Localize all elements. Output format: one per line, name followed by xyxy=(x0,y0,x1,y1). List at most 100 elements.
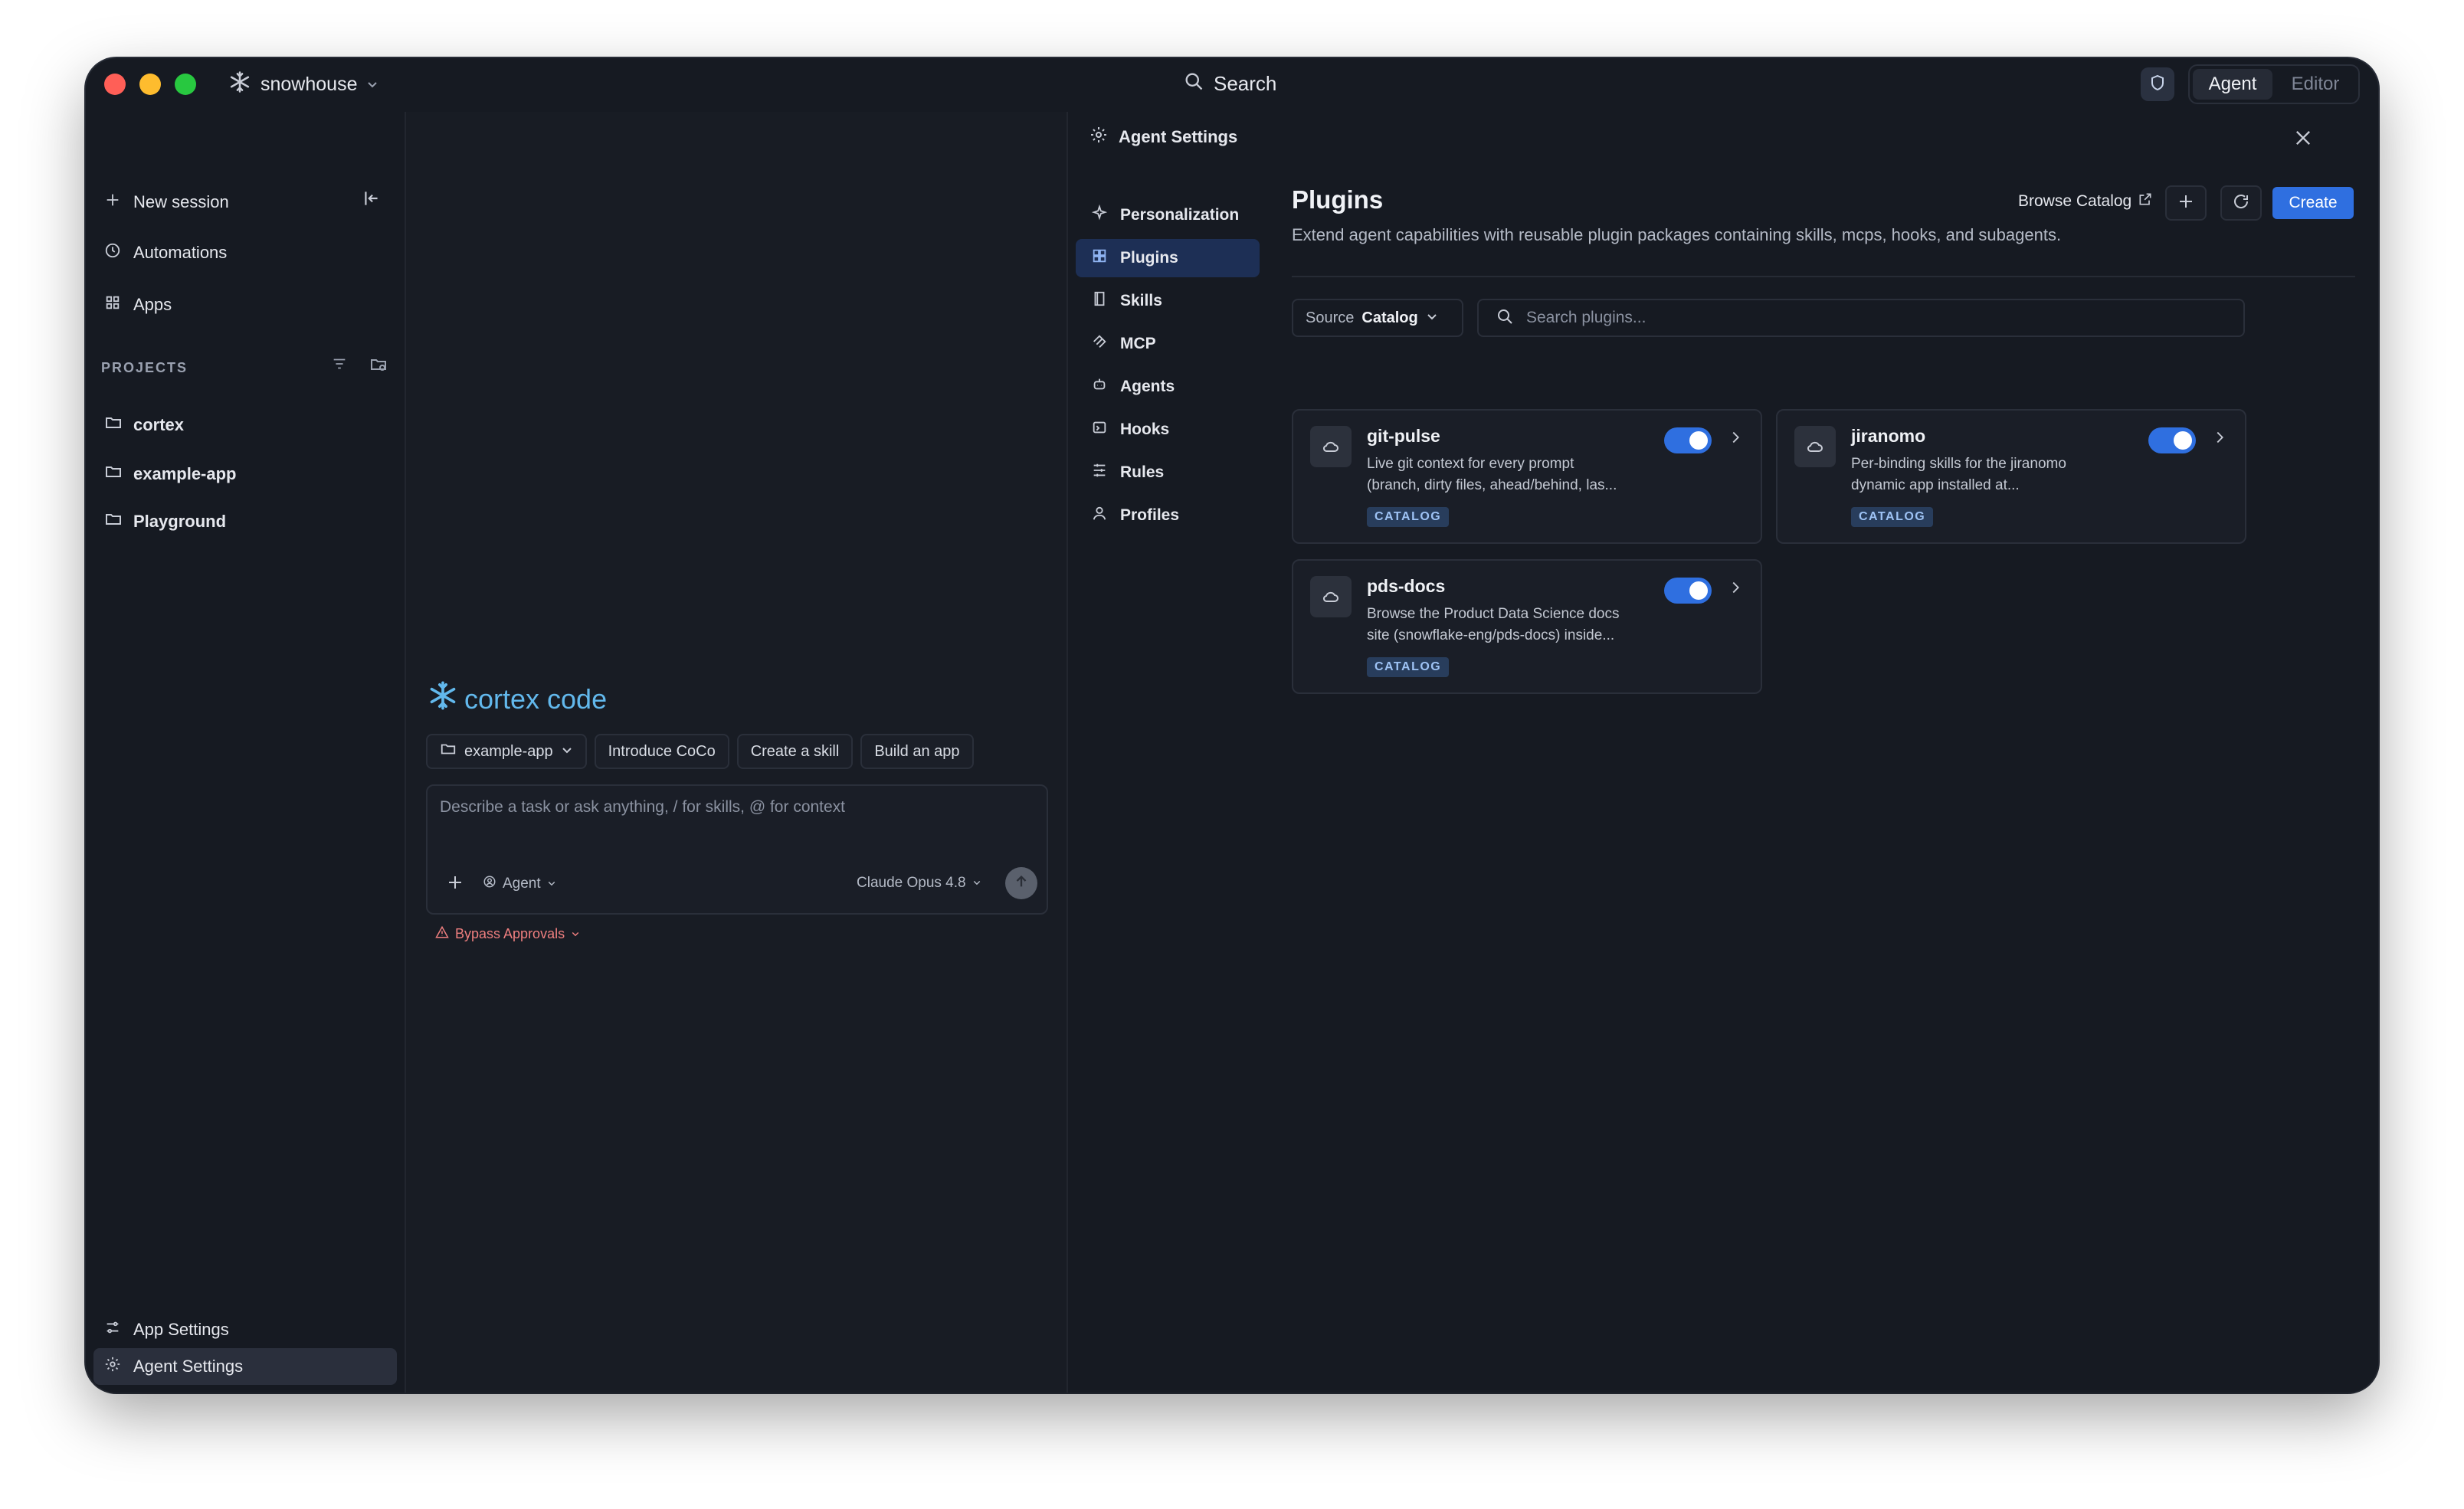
plugin-desc-line: (branch, dirty files, ahead/behind, las.… xyxy=(1367,477,1617,493)
app-window: snowhouse Search Agent Editor New sessio… xyxy=(86,58,2378,1393)
sidebar-item-agent-settings[interactable]: Agent Settings xyxy=(104,1348,243,1385)
refresh-button[interactable] xyxy=(2220,185,2262,221)
catalog-badge: CATALOG xyxy=(1367,507,1450,527)
nav-item-skills[interactable]: Skills xyxy=(1076,282,1260,320)
gear-icon xyxy=(1089,126,1108,149)
model-select[interactable]: Claude Opus 4.8 xyxy=(857,875,981,892)
bypass-label: Bypass Approvals xyxy=(455,926,565,941)
project-item-cortex[interactable]: cortex xyxy=(104,414,184,437)
book-icon xyxy=(1091,290,1108,312)
nav-label: Personalization xyxy=(1120,206,1240,224)
chevron-right-icon[interactable] xyxy=(1727,429,1744,450)
collapse-sidebar-icon xyxy=(362,191,382,211)
plugin-desc-line: Live git context for every prompt xyxy=(1367,456,1574,472)
search-icon xyxy=(1496,307,1514,329)
minimize-window-button[interactable] xyxy=(139,74,161,95)
add-plugin-button[interactable] xyxy=(2165,185,2207,221)
logo-text: cortex code xyxy=(464,682,608,715)
divider xyxy=(1292,276,2355,277)
title-bar: snowhouse Search Agent Editor xyxy=(86,58,2378,112)
collapse-sidebar-button[interactable] xyxy=(362,188,382,212)
plugin-name: git-pulse xyxy=(1367,426,1440,446)
plugin-enabled-toggle[interactable] xyxy=(1664,578,1712,604)
sidebar-item-app-settings[interactable]: App Settings xyxy=(104,1311,229,1348)
global-search[interactable]: Search xyxy=(1183,70,1276,97)
send-button[interactable] xyxy=(1005,867,1037,899)
nav-item-personalization[interactable]: Personalization xyxy=(1076,196,1260,234)
sidebar-item-automations[interactable]: Automations xyxy=(104,234,227,271)
agent-settings-pane: Agent Settings SQL xyxy=(1068,112,2378,1393)
source-label: Source xyxy=(1306,309,1355,326)
search-icon xyxy=(1183,70,1204,97)
cloud-icon xyxy=(1794,426,1836,467)
chevron-down-icon xyxy=(972,875,981,892)
plugin-grid-icon xyxy=(1091,247,1108,269)
close-window-button[interactable] xyxy=(104,74,126,95)
plugin-card-pds-docs[interactable]: pds-docs Browse the Product Data Science… xyxy=(1292,559,1762,694)
new-folder-icon[interactable] xyxy=(369,355,388,378)
plugin-desc-line: Browse the Product Data Science docs xyxy=(1367,606,1620,622)
nav-label: Rules xyxy=(1120,463,1165,481)
mode-editor[interactable]: Editor xyxy=(2276,69,2355,100)
chevron-right-icon[interactable] xyxy=(1727,579,1744,600)
plugin-description: Browse the Product Data Science docs sit… xyxy=(1367,604,1658,646)
chevron-down-icon xyxy=(561,743,573,761)
project-name: Playground xyxy=(133,512,227,531)
plugin-enabled-toggle[interactable] xyxy=(2148,427,2196,453)
folder-icon xyxy=(104,414,123,437)
shield-button[interactable] xyxy=(2141,67,2174,101)
agent-mode-select[interactable]: Agent xyxy=(483,875,556,893)
nav-label: Plugins xyxy=(1120,249,1178,267)
chevron-right-icon[interactable] xyxy=(2211,429,2228,450)
nav-item-hooks[interactable]: Hooks xyxy=(1076,411,1260,449)
plugin-name: pds-docs xyxy=(1367,576,1446,596)
nav-label: MCP xyxy=(1120,335,1156,352)
nav-item-rules[interactable]: Rules xyxy=(1076,453,1260,492)
plugin-enabled-toggle[interactable] xyxy=(1664,427,1712,453)
introduce-coco-chip[interactable]: Introduce CoCo xyxy=(594,734,729,769)
project-select-chip[interactable]: example-app xyxy=(426,734,587,769)
project-name: cortex xyxy=(133,415,185,434)
agent-mode-label: Agent xyxy=(503,876,541,892)
create-skill-chip[interactable]: Create a skill xyxy=(736,734,854,769)
projects-header: PROJECTS xyxy=(101,360,188,375)
apps-label: Apps xyxy=(133,295,172,314)
zoom-window-button[interactable] xyxy=(175,74,196,95)
org-switcher[interactable]: snowhouse xyxy=(228,70,378,99)
plus-icon xyxy=(2177,192,2195,214)
plugin-search-input[interactable] xyxy=(1526,309,2216,327)
attach-button[interactable] xyxy=(446,873,464,895)
snowflake-icon xyxy=(228,70,251,99)
sliders-icon xyxy=(104,1319,121,1340)
chat-composer[interactable]: Describe a task or ask anything, / for s… xyxy=(426,784,1048,915)
project-item-example-app[interactable]: example-app xyxy=(104,463,237,486)
plus-icon xyxy=(446,876,464,895)
nav-item-plugins[interactable]: Plugins xyxy=(1076,239,1260,277)
source-select[interactable]: Source Catalog xyxy=(1292,299,1463,337)
plugin-desc-line: site (snowflake-eng/pds-docs) inside... xyxy=(1367,627,1615,643)
rules-icon xyxy=(1091,462,1108,483)
close-settings-button[interactable] xyxy=(2292,127,2314,152)
mode-agent[interactable]: Agent xyxy=(2193,69,2272,100)
plugin-desc-line: dynamic app installed at... xyxy=(1851,477,2020,493)
browse-catalog-link[interactable]: Browse Catalog xyxy=(2018,191,2153,211)
sidebar-item-apps[interactable]: Apps xyxy=(104,286,172,323)
folder-icon xyxy=(104,510,123,533)
settings-title: Agent Settings xyxy=(1119,127,1238,146)
new-session-button[interactable]: New session xyxy=(104,184,229,221)
user-icon xyxy=(1091,505,1108,526)
plugin-card-jiranomo[interactable]: jiranomo Per-binding skills for the jira… xyxy=(1776,409,2246,544)
project-chip-label: example-app xyxy=(464,742,553,760)
filter-icon[interactable] xyxy=(331,355,348,378)
nav-item-agents[interactable]: Agents xyxy=(1076,368,1260,406)
build-app-chip[interactable]: Build an app xyxy=(860,734,974,769)
plugin-card-git-pulse[interactable]: git-pulse Live git context for every pro… xyxy=(1292,409,1762,544)
composer-placeholder: Describe a task or ask anything, / for s… xyxy=(440,798,846,816)
nav-item-profiles[interactable]: Profiles xyxy=(1076,496,1260,535)
gear-icon xyxy=(104,1356,121,1377)
plugin-name: jiranomo xyxy=(1851,426,1926,446)
nav-item-mcp[interactable]: MCP xyxy=(1076,325,1260,363)
project-item-playground[interactable]: Playground xyxy=(104,510,226,533)
create-button[interactable]: Create xyxy=(2272,187,2354,219)
bypass-approvals-toggle[interactable]: Bypass Approvals xyxy=(435,925,580,943)
